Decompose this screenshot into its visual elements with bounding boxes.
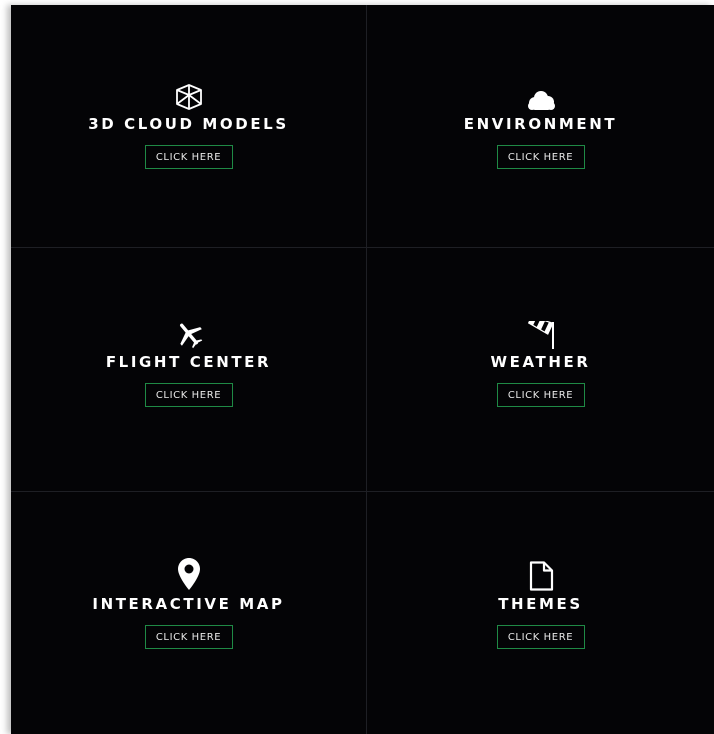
click-here-button[interactable]: CLICK HERE: [144, 145, 233, 169]
click-here-button[interactable]: CLICK HERE: [144, 625, 233, 649]
menu-panel: 3D CLOUD MODELS CLICK HERE ENVIRONMENT C…: [11, 5, 714, 734]
tile-themes: THEMES CLICK HERE: [367, 492, 714, 734]
click-here-button[interactable]: CLICK HERE: [496, 625, 585, 649]
click-here-button[interactable]: CLICK HERE: [144, 383, 233, 407]
tile-title: ENVIRONMENT: [463, 115, 618, 133]
menu-grid: 3D CLOUD MODELS CLICK HERE ENVIRONMENT C…: [11, 5, 714, 734]
tile-title: FLIGHT CENTER: [105, 353, 272, 371]
tile-title: THEMES: [498, 595, 583, 613]
tile-flight-center: FLIGHT CENTER CLICK HERE: [11, 248, 367, 492]
tile-title: INTERACTIVE MAP: [92, 595, 285, 613]
airplane-icon: [174, 319, 204, 349]
cube-icon: [174, 81, 204, 111]
tile-interactive-map: INTERACTIVE MAP CLICK HERE: [11, 492, 367, 734]
tile-title: WEATHER: [490, 353, 591, 371]
tile-environment: ENVIRONMENT CLICK HERE: [367, 5, 714, 248]
click-here-button[interactable]: CLICK HERE: [496, 145, 585, 169]
map-pin-icon: [177, 558, 201, 591]
tile-title: 3D CLOUD MODELS: [88, 115, 289, 133]
tile-weather: WEATHER CLICK HERE: [367, 248, 714, 492]
click-here-button[interactable]: CLICK HERE: [496, 383, 585, 407]
tile-3d-cloud-models: 3D CLOUD MODELS CLICK HERE: [11, 5, 367, 248]
document-icon: [528, 561, 554, 591]
windsock-icon: [526, 319, 556, 349]
cloud-icon: [526, 81, 556, 111]
